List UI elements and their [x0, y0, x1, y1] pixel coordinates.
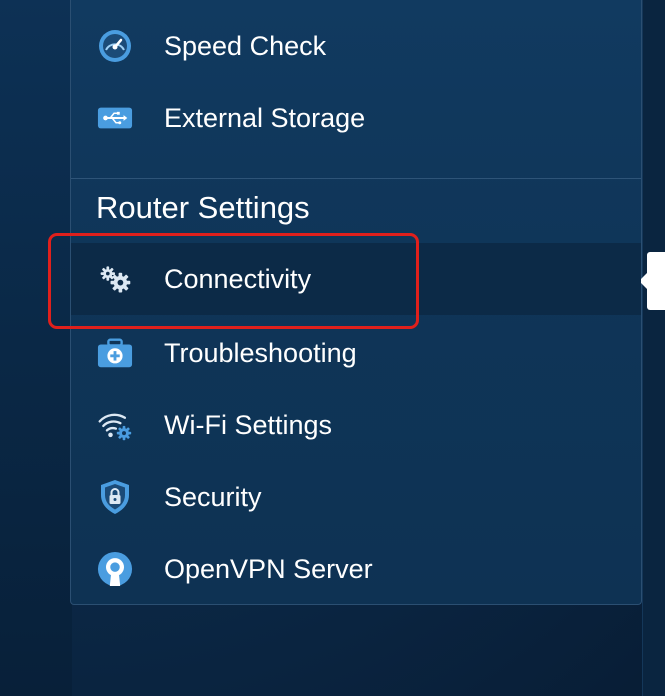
active-pointer [639, 252, 665, 310]
usb-icon [97, 100, 133, 136]
openvpn-icon [97, 551, 133, 587]
content-edge [642, 0, 665, 696]
first-aid-kit-icon [97, 335, 133, 371]
gears-icon [97, 261, 133, 297]
sidebar-item-connectivity[interactable]: Connectivity [71, 243, 641, 315]
sidebar-item-label: Wi-Fi Settings [164, 409, 333, 440]
background-left [0, 0, 72, 696]
sidebar-item-label: Connectivity [164, 263, 312, 294]
sidebar-item-speed-check[interactable]: Speed Check [71, 10, 641, 82]
speedometer-icon [97, 28, 133, 64]
shield-lock-icon [97, 479, 133, 515]
wifi-gear-icon [97, 407, 133, 443]
sidebar-item-openvpn-server[interactable]: OpenVPN Server [71, 533, 641, 605]
sidebar-item-wifi-settings[interactable]: Wi-Fi Settings [71, 389, 641, 461]
section-divider [71, 178, 641, 179]
sidebar-item-label: OpenVPN Server [164, 553, 373, 584]
section-title: Router Settings [96, 190, 310, 225]
sidebar-item-label: External Storage [164, 102, 366, 133]
sidebar-item-label: Security [164, 481, 262, 512]
sidebar-item-security[interactable]: Security [71, 461, 641, 533]
sidebar-item-label: Troubleshooting [164, 337, 357, 368]
sidebar-item-external-storage[interactable]: External Storage [71, 82, 641, 154]
sidebar-item-label: Speed Check [164, 30, 327, 61]
sidebar-item-troubleshooting[interactable]: Troubleshooting [71, 317, 641, 389]
